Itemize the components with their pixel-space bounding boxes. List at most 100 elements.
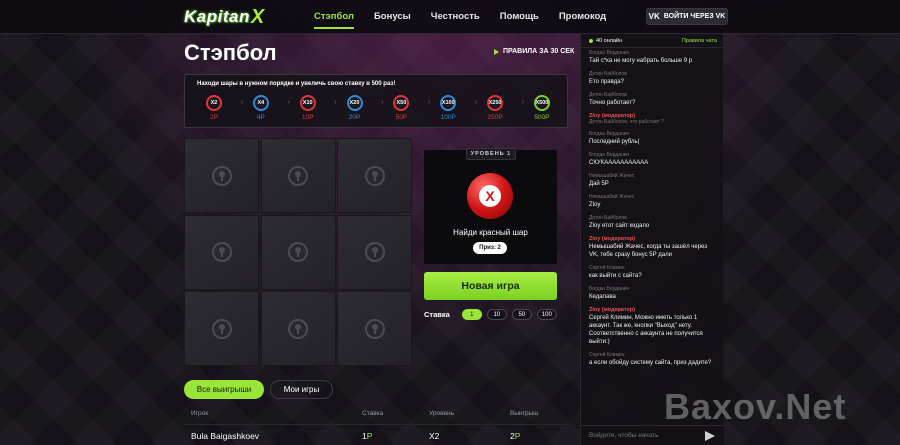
- chevron-right-icon: ›: [428, 99, 431, 106]
- multiplier-step: X10 10Р ›: [291, 95, 337, 121]
- chat-author[interactable]: Немышабий Жачес: [589, 194, 715, 200]
- top-navbar: Kapitan X Стэпбол Бонусы Честность Помощ…: [0, 0, 900, 34]
- rules-link-label: ПРАВИЛА ЗА 30 СЕК: [503, 48, 575, 55]
- grid-cell[interactable]: [184, 138, 259, 213]
- keyhole-icon: [364, 165, 385, 186]
- find-ball-text: Найди красный шар: [453, 228, 528, 237]
- keyhole-icon: [364, 318, 385, 339]
- chat-text: Zloy: [589, 202, 601, 208]
- rules-link[interactable]: ПРАВИЛА ЗА 30 СЕК: [494, 48, 574, 55]
- chat-author[interactable]: Богдан Верданич: [589, 286, 715, 292]
- vk-icon: VK: [648, 12, 660, 21]
- header-win: Выигрыш: [510, 410, 539, 417]
- row-win-currency: Р: [514, 431, 521, 441]
- chat-message: Богдан Верданич Тай с*ка не могу набрать …: [589, 50, 715, 65]
- multiplier-step: X2 2Р ›: [197, 95, 243, 121]
- header-level: Уровень: [429, 410, 455, 417]
- keyhole-icon: [364, 242, 385, 262]
- grid-cell[interactable]: [184, 291, 259, 366]
- chat-author[interactable]: Сергей Климин: [589, 265, 715, 271]
- chat-text: Ето правда?: [589, 79, 624, 85]
- multiplier-value: 500Р: [534, 114, 550, 121]
- grid-cell[interactable]: [260, 291, 336, 366]
- play-icon: [494, 48, 499, 55]
- bet-option-10[interactable]: 10: [486, 309, 507, 320]
- nav-stepball[interactable]: Стэпбол: [314, 11, 354, 29]
- vk-login-button[interactable]: VK ВОЙТИ ЧЕРЕЗ VK: [646, 8, 728, 25]
- multiplier-circle: X500: [533, 95, 550, 111]
- chat-message: Сергей Климин как выйти с сайта?: [589, 265, 715, 280]
- tab-all-wins[interactable]: Все выигрыши: [184, 380, 264, 399]
- bet-option-1[interactable]: 1: [461, 309, 482, 320]
- chat-input[interactable]: [589, 432, 699, 439]
- chevron-right-icon: ›: [287, 99, 290, 106]
- main-nav: Стэпбол Бонусы Честность Помощь Промокод: [314, 11, 626, 29]
- multiplier-step: X20 20Р ›: [338, 95, 384, 121]
- tab-my-games[interactable]: Мои игры: [270, 380, 333, 399]
- keyhole-icon: [288, 318, 308, 339]
- multiplier-value: 100Р: [440, 114, 456, 121]
- multiplier-circle: X250: [487, 95, 504, 111]
- watermark: Baxov.Net: [664, 386, 847, 427]
- chat-author[interactable]: Детян Байболов: [589, 92, 715, 98]
- chat-author[interactable]: Детян Байболов: [589, 71, 715, 77]
- header-bet: Ставка: [362, 410, 384, 417]
- bet-selector: Ставка 1 10 50 100: [424, 309, 562, 320]
- chat-author[interactable]: Zloy (модератор): [589, 236, 715, 242]
- chat-author[interactable]: Богдан Верданич: [589, 152, 715, 158]
- chat-text: Zloy етот сайт кидало: [589, 223, 650, 229]
- grid-cell[interactable]: [337, 291, 412, 366]
- logo-text: Kapitan: [184, 7, 250, 26]
- grid-cell[interactable]: [260, 138, 336, 213]
- send-icon[interactable]: [705, 430, 715, 441]
- chat-text: Немышабий Жачес, когда ты зашёл через VK…: [589, 244, 708, 258]
- level-panel: УРОВЕНЬ 1 X Найди красный шар Приз: 2: [424, 148, 557, 264]
- chat-input-bar: [581, 425, 724, 445]
- nav-promocode[interactable]: Промокод: [559, 11, 606, 29]
- chat-message: Немышабий Жачес Дай 5Р: [589, 173, 715, 188]
- grid-cell[interactable]: [184, 214, 259, 290]
- chat-author[interactable]: Немышабий Жачес: [589, 173, 715, 179]
- chat-message: Сергей Климин а если обойду систему сайта…: [589, 352, 715, 367]
- chat-author[interactable]: Сергей Климин: [589, 352, 715, 358]
- chevron-right-icon: ›: [521, 99, 525, 106]
- nav-fairness[interactable]: Честность: [431, 11, 480, 29]
- keyhole-icon: [288, 242, 308, 262]
- keyhole-icon: [211, 165, 232, 186]
- grid-cell[interactable]: [260, 214, 336, 290]
- multiplier-value: 20Р: [348, 114, 361, 121]
- chat-author[interactable]: Zloy (модератор): [589, 307, 715, 313]
- multiplier-value: 2Р: [210, 114, 218, 121]
- chat-message: Детян Байболов Точно работает?: [589, 92, 715, 107]
- nav-bonuses[interactable]: Бонусы: [374, 11, 411, 29]
- online-dot-icon: [589, 38, 593, 43]
- chat-author[interactable]: Детян Байболов: [589, 215, 715, 221]
- multiplier-circle: X50: [393, 95, 410, 111]
- chat-message: Богдан Верданич Кедалава: [589, 286, 715, 301]
- chat-author[interactable]: Богдан Верданич: [589, 50, 715, 56]
- bet-option-50[interactable]: 50: [511, 309, 532, 320]
- row-bet-currency: Р: [366, 431, 373, 441]
- level-badge: УРОВЕНЬ 1: [466, 148, 516, 160]
- site-logo[interactable]: Kapitan X: [184, 6, 265, 28]
- chat-message: Немышабий Жачес Zloy: [589, 194, 715, 209]
- chat-author[interactable]: Богдан Верданич: [589, 131, 715, 137]
- multiplier-circle: X10: [299, 95, 316, 111]
- chat-header: 40 онлайн Правила чата: [581, 34, 723, 48]
- new-game-button[interactable]: Новая игра: [424, 272, 557, 300]
- nav-help[interactable]: Помощь: [500, 11, 539, 29]
- ball-mark: X: [479, 185, 501, 207]
- multiplier-step: X250 250Р ›: [478, 95, 524, 121]
- chat-text: Тай с*ка не могу набрать больше 9 р: [589, 58, 693, 64]
- grid-cell[interactable]: [337, 138, 412, 213]
- chat-rules-link[interactable]: Правила чата: [682, 38, 717, 44]
- keyhole-icon: [211, 242, 232, 262]
- online-count-label: 40 онлайн: [596, 37, 623, 44]
- prize-badge: Приз: 2: [473, 242, 507, 254]
- bet-option-100[interactable]: 100: [536, 309, 557, 320]
- red-ball-icon: X: [467, 173, 513, 219]
- chat-message: Zloy (модератор) Детян Байболов, что рабо…: [589, 113, 715, 125]
- grid-cell[interactable]: [337, 214, 412, 290]
- multiplier-circle: X100: [440, 95, 457, 111]
- chat-text: Сергей Климин, Можно иметь только 1 акка…: [589, 315, 703, 345]
